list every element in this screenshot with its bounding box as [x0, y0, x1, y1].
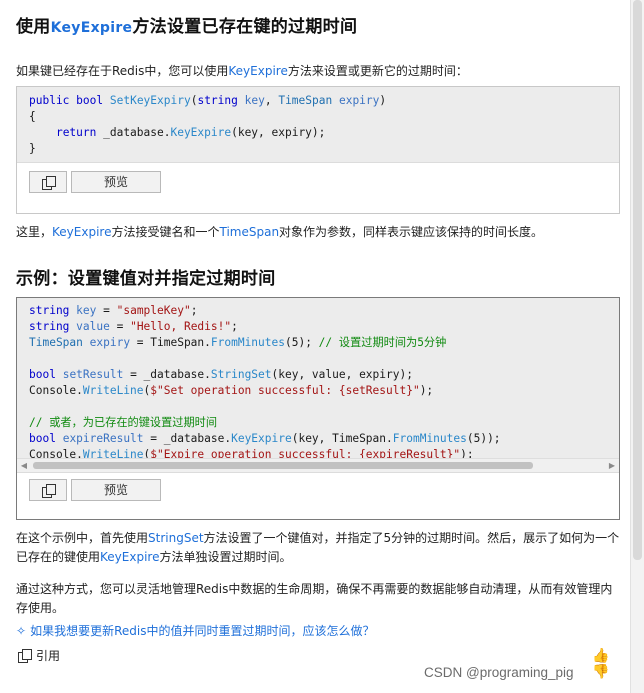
- chat-answer-page: 使用KeyExpire方法设置已存在键的过期时间 如果键已经存在于Redis中，…: [0, 0, 644, 693]
- page-scrollbar-thumb[interactable]: [633, 0, 642, 560]
- section-heading-keyexpire: 使用KeyExpire方法设置已存在键的过期时间: [16, 17, 358, 37]
- suggested-question-link[interactable]: ✧ 如果我想要更新Redis中的值并同时重置过期时间，应该怎么做？: [16, 622, 374, 640]
- explain-paragraph: 这里，KeyExpire方法接受键名和一个TimeSpan对象作为参数，同样表示…: [16, 225, 544, 239]
- code-toolbar: 预览: [17, 472, 619, 506]
- cite-button[interactable]: 引用: [18, 646, 60, 666]
- thumbs-up-icon[interactable]: 👍: [592, 648, 615, 664]
- code-content[interactable]: string key = "sampleKey"; string value =…: [17, 298, 619, 458]
- preview-button[interactable]: 预览: [71, 479, 161, 501]
- copy-code-button[interactable]: [29, 479, 67, 501]
- code-content[interactable]: public bool SetKeyExpiry(string key, Tim…: [17, 87, 619, 162]
- code-scrollbar-thumb[interactable]: [33, 462, 533, 469]
- code-block-setkeyexpiry: public bool SetKeyExpiry(string key, Tim…: [16, 86, 620, 214]
- intro-paragraph: 如果键已经存在于Redis中，您可以使用KeyExpire方法来设置或更新它的过…: [16, 64, 468, 78]
- copy-icon: [42, 176, 56, 190]
- copy-icon: [42, 484, 56, 498]
- code-block-example: string key = "sampleKey"; string value =…: [16, 297, 620, 520]
- page-scrollbar[interactable]: [630, 0, 644, 693]
- inline-keyword: KeyExpire: [228, 64, 288, 78]
- code-toolbar: 预览: [17, 162, 619, 200]
- quote-copy-icon: [18, 649, 32, 663]
- scroll-left-icon[interactable]: ◀: [17, 459, 31, 473]
- section-heading-example: 示例：设置键值对并指定过期时间: [16, 269, 276, 289]
- preview-button[interactable]: 预览: [71, 171, 161, 193]
- example-explain-paragraph: 在这个示例中，首先使用StringSet方法设置了一个键值对，并指定了5分钟的过…: [16, 531, 620, 564]
- scroll-right-icon[interactable]: ▶: [605, 459, 619, 473]
- csdn-watermark: CSDN @programing_pig: [424, 665, 574, 680]
- heading-keyword: KeyExpire: [50, 20, 133, 36]
- summary-paragraph: 通过这种方式，您可以灵活地管理Redis中数据的生命周期，确保不再需要的数据能够…: [16, 582, 613, 615]
- sparkle-icon: ✧: [16, 624, 27, 638]
- copy-code-button[interactable]: [29, 171, 67, 193]
- thumbs-down-icon[interactable]: 👎: [592, 664, 615, 680]
- feedback-reactions: 👍👎: [592, 648, 622, 680]
- code-horizontal-scrollbar[interactable]: ◀ ▶: [17, 458, 619, 472]
